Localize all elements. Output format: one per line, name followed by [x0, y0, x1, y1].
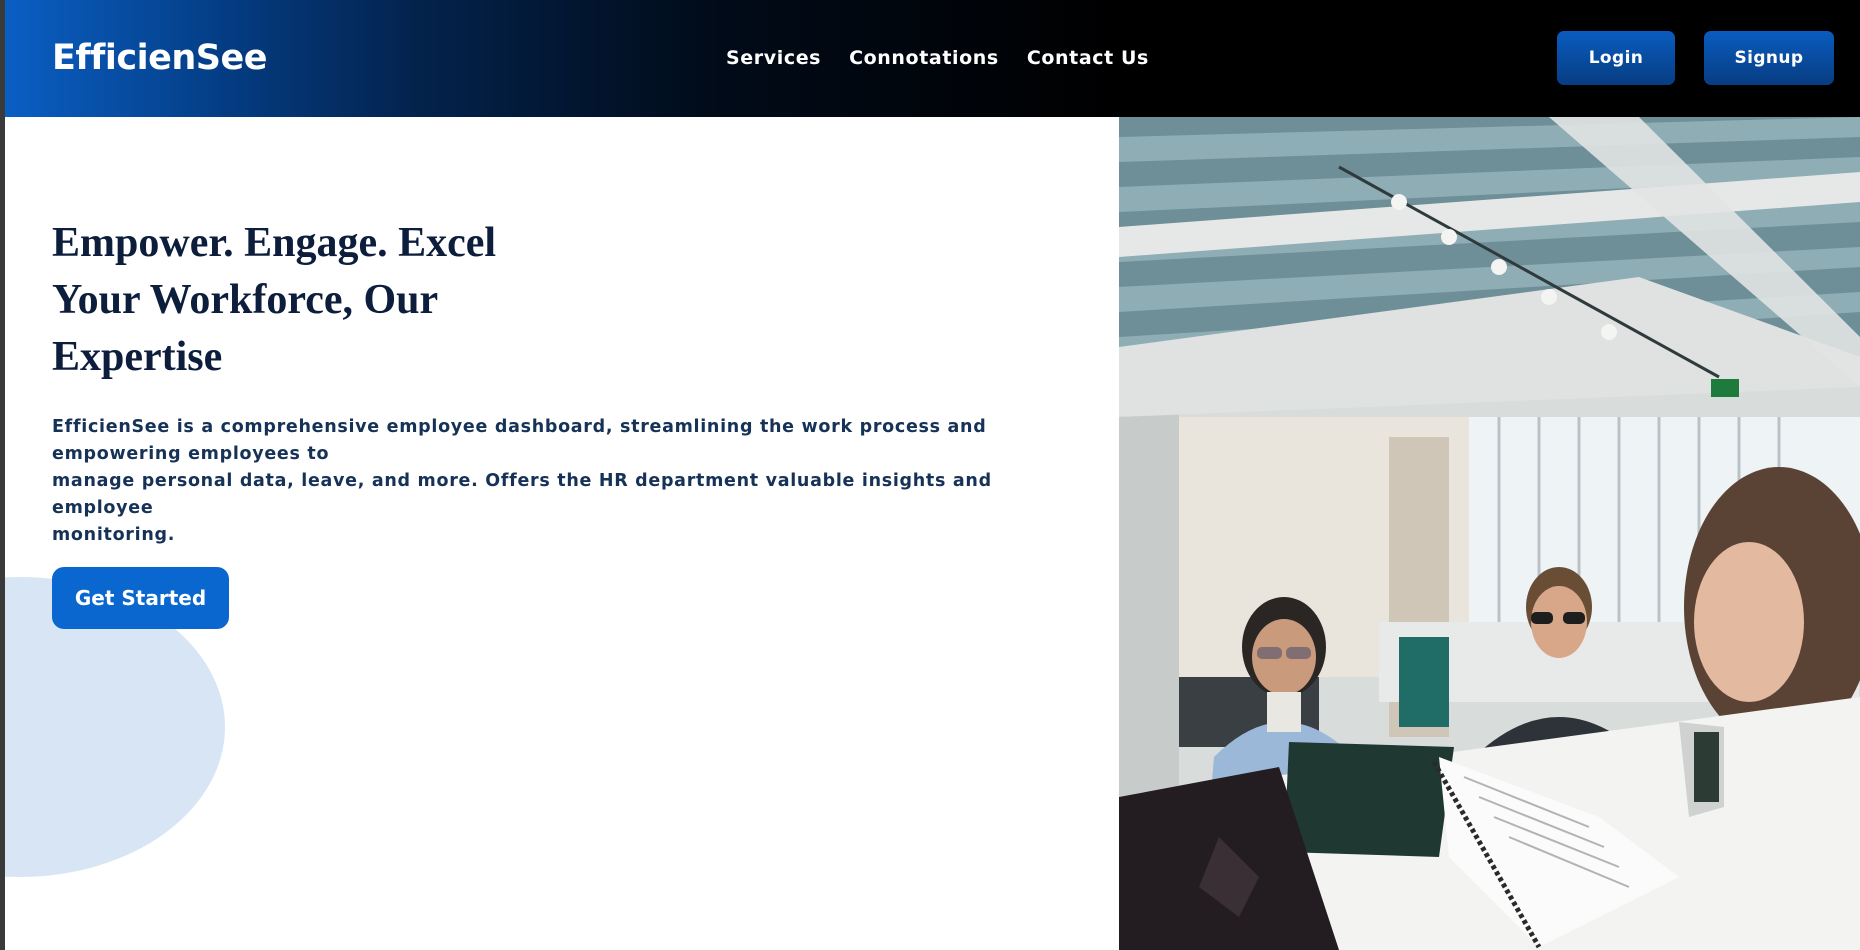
main-nav: Services Connotations Contact Us: [726, 46, 1149, 70]
hero-description-line-2: empowering employees to: [52, 444, 330, 464]
nav-link-services[interactable]: Services: [726, 46, 821, 70]
signup-button[interactable]: Signup: [1704, 31, 1834, 85]
nav-link-contact-us[interactable]: Contact Us: [1027, 46, 1149, 70]
page-frame: EfficienSee Services Connotations Contac…: [0, 0, 1860, 950]
hero-description-line-1: EfficienSee is a comprehensive employee …: [52, 417, 987, 437]
hero-office-photo: [1119, 117, 1860, 950]
hero-section: Empower. Engage. Excel Your Workforce, O…: [5, 117, 1119, 950]
login-button[interactable]: Login: [1557, 31, 1675, 85]
hero-description: EfficienSee is a comprehensive employee …: [52, 414, 1062, 549]
hero-headline: Empower. Engage. Excel Your Workforce, O…: [52, 215, 532, 386]
brand-logo[interactable]: EfficienSee: [52, 34, 267, 82]
hero-description-line-3: manage personal data, leave, and more. O…: [52, 471, 992, 518]
site-header: EfficienSee Services Connotations Contac…: [5, 0, 1860, 117]
get-started-button[interactable]: Get Started: [52, 567, 229, 629]
hero-description-line-4: monitoring.: [52, 525, 176, 545]
hero-headline-line-1: Empower. Engage. Excel: [52, 220, 497, 266]
nav-link-connotations[interactable]: Connotations: [849, 46, 999, 70]
hero-headline-line-2: Your Workforce, Our: [52, 277, 439, 323]
hero-headline-line-3: Expertise: [52, 334, 223, 380]
